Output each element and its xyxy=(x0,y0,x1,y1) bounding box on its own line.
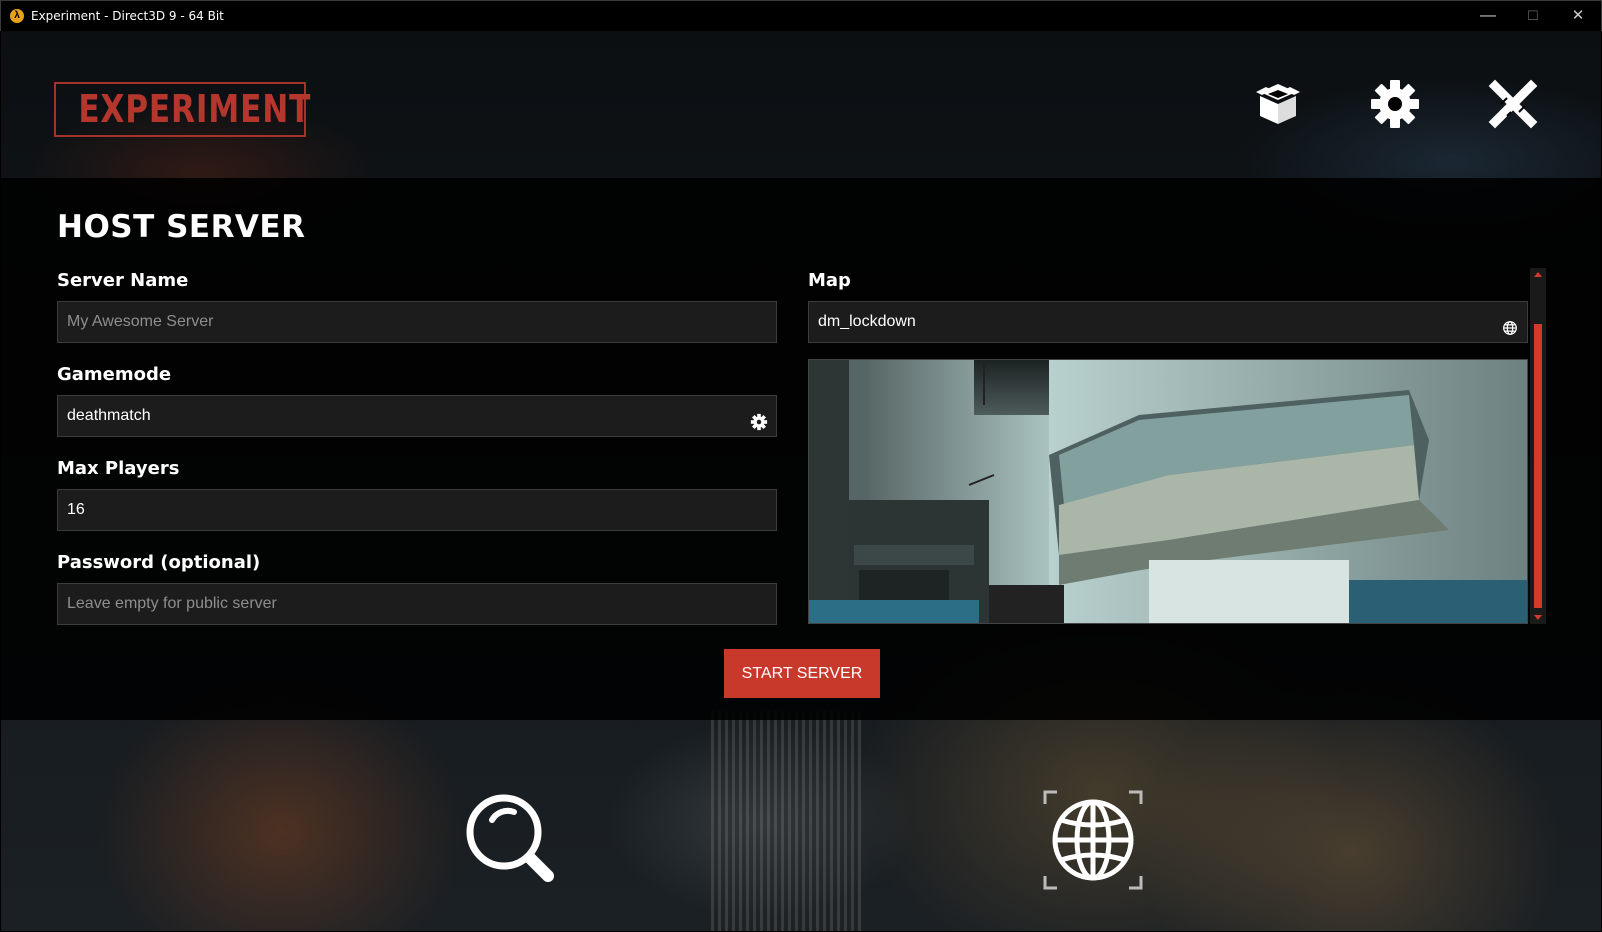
gear-icon-graphic xyxy=(750,413,768,431)
password-input[interactable] xyxy=(67,584,767,624)
globe-icon-graphic-large xyxy=(1043,790,1143,890)
password-field[interactable] xyxy=(57,583,777,625)
search-icon-graphic xyxy=(466,794,554,882)
logo-text: EXPERIMENT xyxy=(78,87,312,131)
experiment-logo: EXPERIMENT xyxy=(54,82,312,137)
map-preview-image xyxy=(808,359,1528,624)
scroll-down-arrow-icon[interactable] xyxy=(1534,615,1542,620)
server-name-input[interactable] xyxy=(67,302,767,342)
scroll-up-arrow-icon[interactable] xyxy=(1534,272,1542,277)
maximize-button[interactable]: ☐ xyxy=(1510,1,1556,32)
disconnect-x-icon-graphic xyxy=(1488,79,1538,129)
max-players-label: Max Players xyxy=(57,458,180,479)
password-label: Password (optional) xyxy=(57,552,261,573)
close-window-button[interactable]: ✕ xyxy=(1555,1,1601,32)
window-title: Experiment - Direct3D 9 - 64 Bit xyxy=(31,9,224,23)
package-icon[interactable] xyxy=(1252,78,1304,130)
page-title: HOST SERVER xyxy=(57,209,306,245)
map-value: dm_lockdown xyxy=(818,313,916,330)
map-label: Map xyxy=(808,270,851,291)
start-server-button[interactable]: START SERVER xyxy=(724,649,880,698)
gear-icon[interactable] xyxy=(750,407,768,431)
globe-icon[interactable] xyxy=(1501,313,1519,335)
max-players-field[interactable]: 16 xyxy=(57,489,777,531)
gamemode-value: deathmatch xyxy=(67,407,151,424)
half-life-lambda-icon: λ xyxy=(10,9,24,23)
window-titlebar: λ Experiment - Direct3D 9 - 64 Bit — ☐ ✕ xyxy=(0,0,1602,31)
disconnect-x-icon[interactable] xyxy=(1487,78,1539,130)
max-players-value: 16 xyxy=(67,501,85,518)
map-preview-graphic xyxy=(809,360,1527,623)
settings-gear-icon[interactable] xyxy=(1369,78,1421,130)
server-name-field[interactable] xyxy=(57,301,777,343)
settings-gear-icon-graphic xyxy=(1371,80,1419,128)
server-name-label: Server Name xyxy=(57,270,189,291)
host-server-globe-icon[interactable] xyxy=(1043,790,1143,890)
package-icon-graphic xyxy=(1256,84,1300,124)
globe-icon-graphic xyxy=(1503,321,1517,335)
background-pillar xyxy=(711,711,861,931)
gamemode-field[interactable]: deathmatch xyxy=(57,395,777,437)
server-browser-search-icon[interactable] xyxy=(460,790,560,890)
map-list-scrollbar[interactable] xyxy=(1530,268,1546,624)
scrollbar-thumb[interactable] xyxy=(1534,324,1542,608)
minimize-button[interactable]: — xyxy=(1465,1,1511,32)
gamemode-label: Gamemode xyxy=(57,364,172,385)
map-field[interactable]: dm_lockdown xyxy=(808,301,1528,343)
